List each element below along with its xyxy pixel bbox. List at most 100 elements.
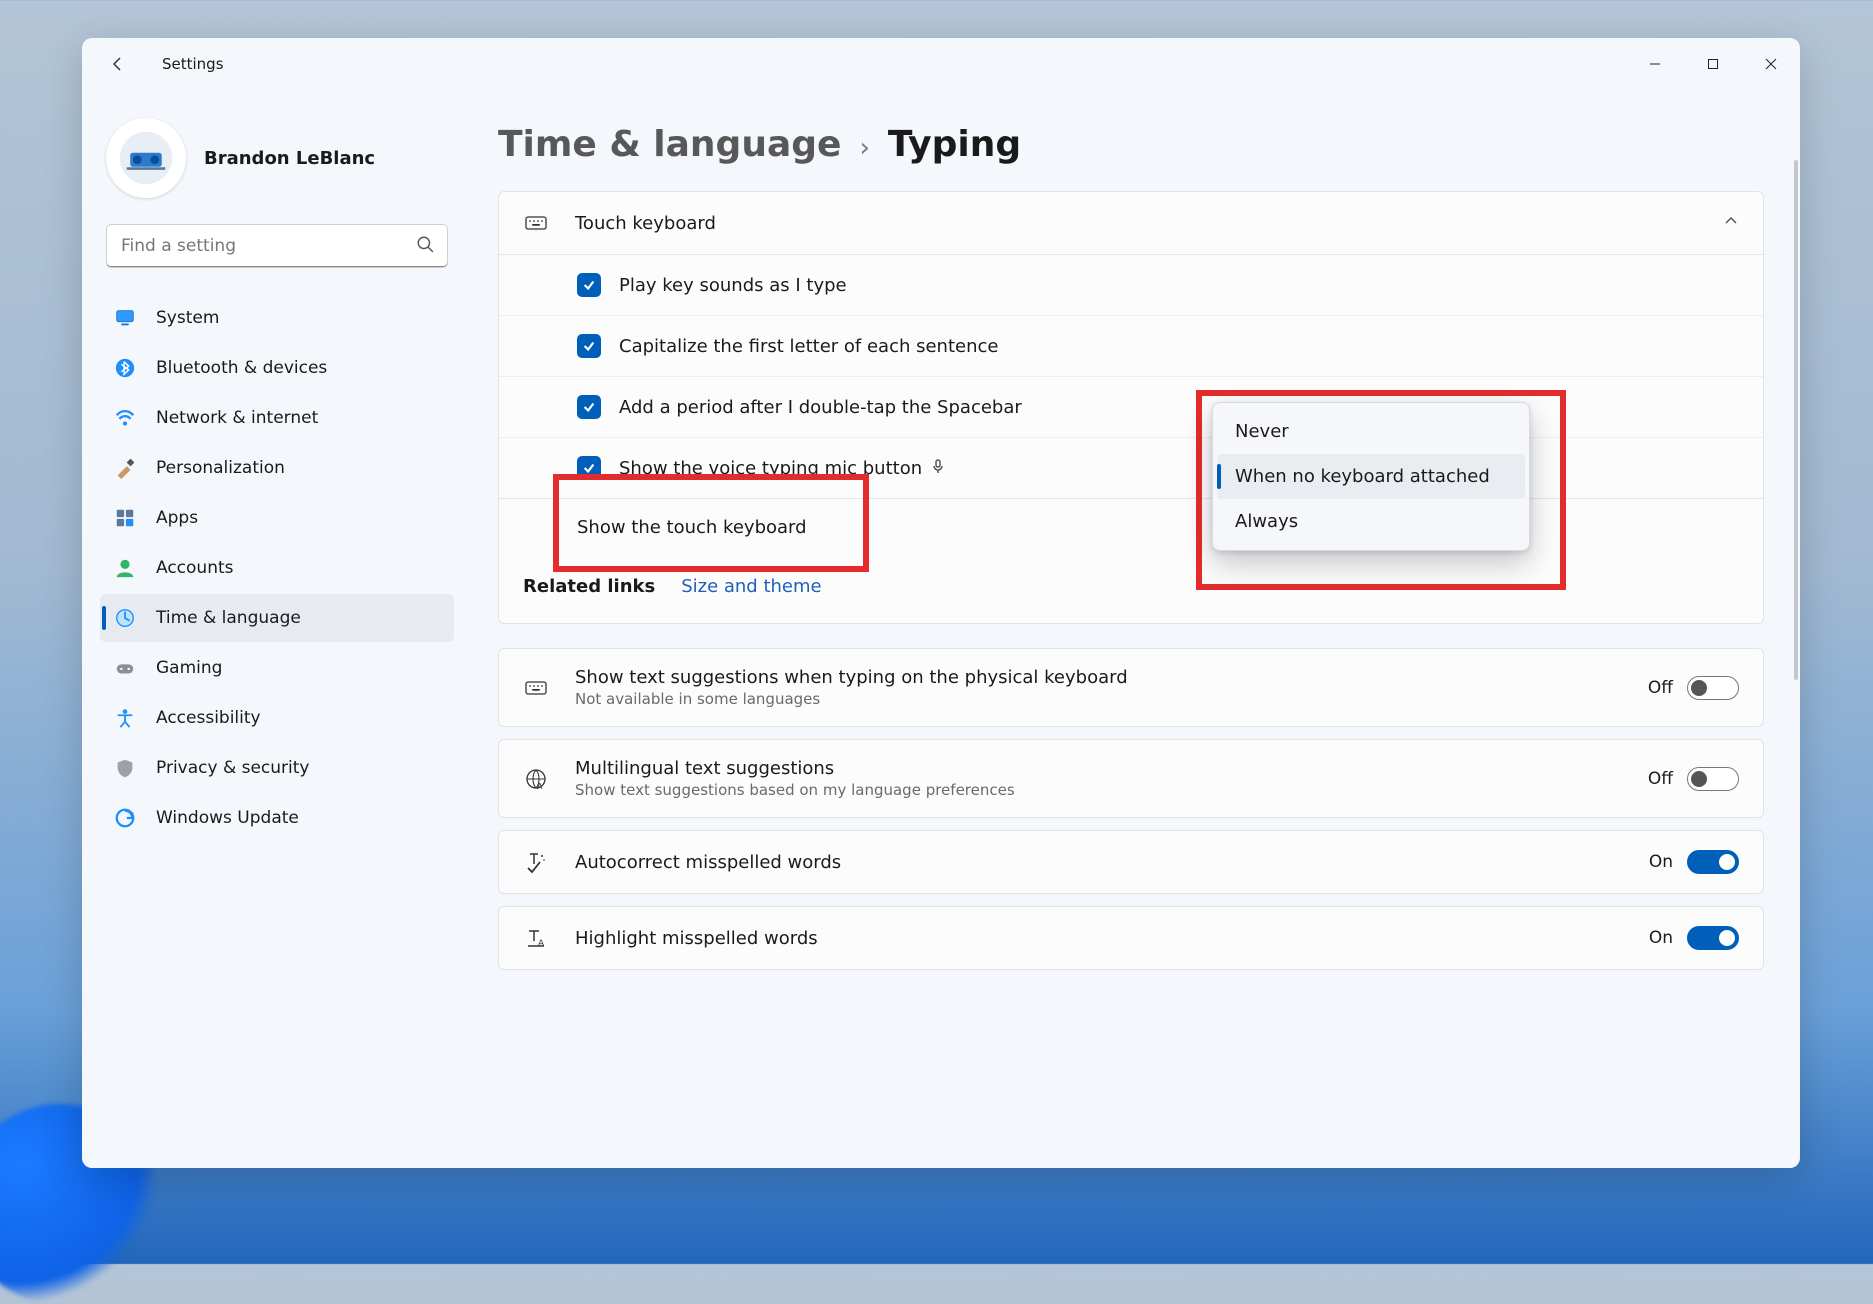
touch-keyboard-header[interactable]: Touch keyboard bbox=[499, 192, 1763, 254]
highlight-icon: A bbox=[523, 925, 549, 951]
toggle[interactable] bbox=[1687, 926, 1739, 950]
sidebar-item-label: Apps bbox=[156, 508, 198, 528]
checkbox[interactable] bbox=[577, 456, 601, 480]
sidebar-item-apps[interactable]: Apps bbox=[100, 494, 454, 542]
dropdown-option-2[interactable]: Always bbox=[1217, 499, 1525, 544]
nav: System Bluetooth & devices Network & inter… bbox=[100, 294, 454, 842]
sidebar-item-label: System bbox=[156, 308, 219, 328]
sidebar-item-privacy[interactable]: Privacy & security bbox=[100, 744, 454, 792]
sidebar-item-update[interactable]: Windows Update bbox=[100, 794, 454, 842]
mic-icon bbox=[930, 458, 946, 479]
accounts-icon bbox=[114, 557, 136, 579]
sidebar-item-label: Bluetooth & devices bbox=[156, 358, 327, 378]
toggle[interactable] bbox=[1687, 676, 1739, 700]
privacy-icon bbox=[114, 757, 136, 779]
time-language-icon bbox=[114, 607, 136, 629]
globe-icon: A bbox=[523, 766, 549, 792]
keyboard-icon bbox=[523, 210, 549, 236]
system-icon bbox=[114, 307, 136, 329]
checkbox-label: Capitalize the first letter of each sent… bbox=[619, 336, 998, 357]
show-touch-keyboard-row[interactable]: Show the touch keyboard bbox=[499, 499, 1763, 556]
toggle-state-label: Off bbox=[1648, 769, 1673, 789]
update-icon bbox=[114, 807, 136, 829]
setting-card-3: A Highlight misspelled words On bbox=[498, 906, 1764, 970]
dropdown-option-0[interactable]: Never bbox=[1217, 409, 1525, 454]
checkbox[interactable] bbox=[577, 334, 601, 358]
svg-text:A: A bbox=[538, 939, 545, 949]
profile[interactable]: Brandon LeBlanc bbox=[100, 108, 454, 216]
settings-window: Settings Brandon LeBlanc SystemBluet bbox=[82, 38, 1800, 1168]
sidebar-item-bluetooth[interactable]: Bluetooth & devices bbox=[100, 344, 454, 392]
setting-row[interactable]: A Highlight misspelled words On bbox=[499, 907, 1763, 969]
network-icon bbox=[114, 407, 136, 429]
sidebar-item-time-language[interactable]: Time & language bbox=[100, 594, 454, 642]
related-links-label: Related links bbox=[523, 576, 655, 597]
sidebar-item-label: Time & language bbox=[156, 608, 301, 628]
toggle-state-label: Off bbox=[1648, 678, 1673, 698]
minimize-button[interactable] bbox=[1626, 44, 1684, 84]
touch-kb-option-1[interactable]: Capitalize the first letter of each sent… bbox=[499, 315, 1763, 376]
app-title: Settings bbox=[162, 55, 224, 73]
sidebar-item-network[interactable]: Network & internet bbox=[100, 394, 454, 442]
checkbox-label: Add a period after I double-tap the Spac… bbox=[619, 397, 1022, 418]
gaming-icon bbox=[114, 657, 136, 679]
setting-title: Multilingual text suggestions bbox=[575, 758, 1015, 779]
scrollbar[interactable] bbox=[1794, 160, 1798, 680]
related-links-row: Related links Size and theme bbox=[499, 556, 1763, 623]
titlebar: Settings bbox=[82, 38, 1800, 90]
toggle-state-label: On bbox=[1649, 852, 1673, 872]
search-icon bbox=[416, 235, 434, 257]
apps-icon bbox=[114, 507, 136, 529]
checkbox[interactable] bbox=[577, 273, 601, 297]
bluetooth-icon bbox=[114, 357, 136, 379]
size-and-theme-link[interactable]: Size and theme bbox=[681, 576, 821, 597]
sidebar-item-accessibility[interactable]: Accessibility bbox=[100, 694, 454, 742]
window-controls bbox=[1626, 44, 1800, 84]
show-touch-keyboard-label: Show the touch keyboard bbox=[577, 517, 807, 538]
toggle[interactable] bbox=[1687, 850, 1739, 874]
chevron-up-icon bbox=[1723, 213, 1739, 233]
breadcrumb-current: Typing bbox=[888, 124, 1021, 165]
sidebar-item-label: Accessibility bbox=[156, 708, 261, 728]
keyboard-icon bbox=[523, 675, 549, 701]
sidebar-item-label: Accounts bbox=[156, 558, 234, 578]
maximize-button[interactable] bbox=[1684, 44, 1742, 84]
back-button[interactable] bbox=[104, 50, 132, 78]
search-input[interactable] bbox=[106, 224, 448, 268]
sidebar-item-label: Network & internet bbox=[156, 408, 318, 428]
sidebar-item-accounts[interactable]: Accounts bbox=[100, 544, 454, 592]
svg-text:A: A bbox=[537, 782, 543, 791]
toggle-state-label: On bbox=[1649, 928, 1673, 948]
dropdown-option-1[interactable]: When no keyboard attached bbox=[1217, 454, 1525, 499]
show-touch-keyboard-dropdown[interactable]: NeverWhen no keyboard attachedAlways bbox=[1212, 402, 1530, 551]
touch-kb-option-3[interactable]: Show the voice typing mic button bbox=[499, 437, 1763, 498]
touch-keyboard-card: Touch keyboard Play key sounds as I type… bbox=[498, 191, 1764, 624]
setting-card-1: A Multilingual text suggestions Show text … bbox=[498, 739, 1764, 818]
sidebar-item-system[interactable]: System bbox=[100, 294, 454, 342]
setting-row[interactable]: A Multilingual text suggestions Show text … bbox=[499, 740, 1763, 817]
setting-row[interactable]: Autocorrect misspelled words On bbox=[499, 831, 1763, 893]
chevron-right-icon: › bbox=[859, 133, 869, 163]
sidebar-item-label: Privacy & security bbox=[156, 758, 310, 778]
touch-kb-option-2[interactable]: Add a period after I double-tap the Spac… bbox=[499, 376, 1763, 437]
setting-card-2: Autocorrect misspelled words On bbox=[498, 830, 1764, 894]
sidebar-item-personalization[interactable]: Personalization bbox=[100, 444, 454, 492]
setting-subtitle: Show text suggestions based on my langua… bbox=[575, 781, 1015, 799]
touch-kb-option-0[interactable]: Play key sounds as I type bbox=[499, 255, 1763, 315]
checkbox-label: Show the voice typing mic button bbox=[619, 458, 946, 479]
autocorrect-icon bbox=[523, 849, 549, 875]
close-button[interactable] bbox=[1742, 44, 1800, 84]
setting-title: Autocorrect misspelled words bbox=[575, 852, 841, 873]
breadcrumb: Time & language › Typing bbox=[498, 124, 1764, 165]
checkbox[interactable] bbox=[577, 395, 601, 419]
setting-title: Highlight misspelled words bbox=[575, 928, 818, 949]
profile-name: Brandon LeBlanc bbox=[204, 148, 375, 169]
sidebar-item-gaming[interactable]: Gaming bbox=[100, 644, 454, 692]
sidebar: Brandon LeBlanc System Bluetooth & device… bbox=[82, 90, 472, 1168]
setting-row[interactable]: Show text suggestions when typing on the… bbox=[499, 649, 1763, 726]
accessibility-icon bbox=[114, 707, 136, 729]
toggle[interactable] bbox=[1687, 767, 1739, 791]
sidebar-item-label: Windows Update bbox=[156, 808, 299, 828]
breadcrumb-parent[interactable]: Time & language bbox=[498, 124, 841, 165]
main-content: Time & language › Typing Touch keyboard bbox=[472, 90, 1800, 1168]
